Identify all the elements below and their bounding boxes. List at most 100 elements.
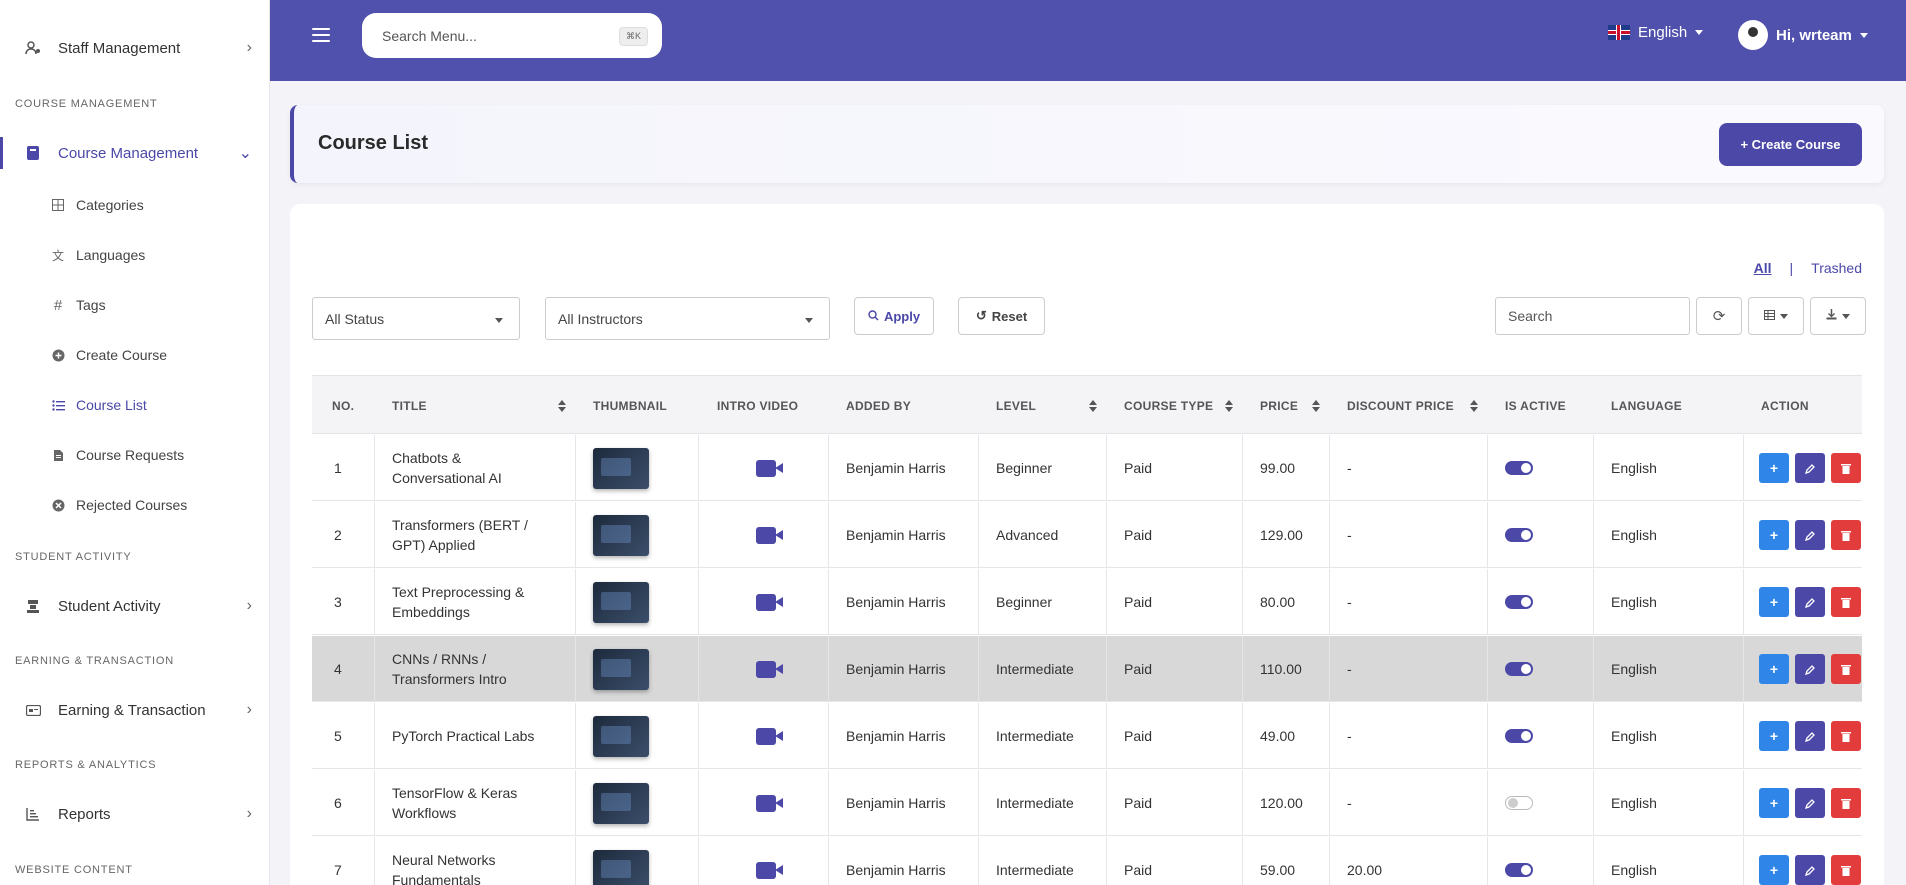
course-thumbnail[interactable] [593,849,649,885]
edit-button[interactable] [1795,721,1825,751]
sort-icon[interactable] [558,400,566,412]
table-row[interactable]: 7 Neural Networks Fundamentals Benjamin Har… [312,837,1862,885]
video-icon[interactable] [756,794,783,812]
apply-button[interactable]: Apply [854,297,934,335]
table-row[interactable]: 6 TensorFlow & Keras Workflows Benjamin Har… [312,770,1862,836]
delete-button[interactable] [1831,788,1861,818]
trash-icon [1841,865,1851,876]
video-icon[interactable] [756,526,783,544]
export-button[interactable] [1810,297,1866,335]
cell-no: 5 [334,728,342,744]
course-thumbnail[interactable] [593,581,649,623]
sidebar-item-tags[interactable]: # Tags [0,287,269,323]
header-discount-price[interactable]: DISCOUNT PRICE [1347,376,1454,435]
delete-button[interactable] [1831,855,1861,885]
table-row[interactable]: 3 Text Preprocessing & Embeddings Benjamin … [312,569,1862,635]
delete-button[interactable] [1831,520,1861,550]
table-row[interactable]: 2 Transformers (BERT / GPT) Applied Benjami… [312,502,1862,568]
active-toggle[interactable] [1505,729,1533,743]
sidebar-item-student-activity[interactable]: Student Activity › [0,584,269,628]
sort-icon[interactable] [1312,400,1320,412]
sidebar-item-staff-management[interactable]: Staff Management › [0,26,269,70]
trash-icon [1841,731,1851,742]
header-price[interactable]: PRICE [1260,376,1298,435]
sort-icon[interactable] [1225,400,1233,412]
add-button[interactable]: + [1759,788,1789,818]
sidebar-item-rejected-courses[interactable]: Rejected Courses [0,487,269,523]
active-toggle[interactable] [1505,796,1533,810]
title-line-1: TensorFlow & Keras [392,785,518,801]
create-course-button[interactable]: + Create Course [1719,123,1862,166]
video-icon[interactable] [756,459,783,477]
cell-course-type: Paid [1124,527,1153,543]
add-button[interactable]: + [1759,654,1789,684]
video-icon[interactable] [756,727,783,745]
column-divider [1593,703,1594,768]
add-button[interactable]: + [1759,587,1789,617]
edit-button[interactable] [1795,587,1825,617]
tab-trashed[interactable]: Trashed [1811,260,1862,276]
chevron-down-icon: ⌄ [238,145,252,162]
active-toggle[interactable] [1505,528,1533,542]
table-row[interactable]: 5 PyTorch Practical Labs Benjamin Harris In… [312,703,1862,769]
table-search-input[interactable]: Search [1495,297,1690,335]
sidebar-item-languages[interactable]: 文 Languages [0,237,269,273]
delete-button[interactable] [1831,654,1861,684]
header-title[interactable]: TITLE [392,376,427,435]
active-toggle[interactable] [1505,662,1533,676]
edit-button[interactable] [1795,788,1825,818]
add-button[interactable]: + [1759,453,1789,483]
instructor-select[interactable]: All Instructors [545,297,830,340]
sidebar-item-course-management[interactable]: Course Management ⌄ [0,131,269,175]
edit-button[interactable] [1795,520,1825,550]
edit-button[interactable] [1795,855,1825,885]
language-dropdown[interactable]: English [1608,24,1704,41]
search-menu-input[interactable]: Search Menu... ⌘K [362,13,662,58]
delete-button[interactable] [1831,587,1861,617]
column-divider [698,569,699,634]
delete-button[interactable] [1831,453,1861,483]
active-toggle[interactable] [1505,461,1533,475]
tab-all[interactable]: All [1754,260,1772,276]
edit-button[interactable] [1795,654,1825,684]
add-button[interactable]: + [1759,721,1789,751]
reset-button[interactable]: ↺ Reset [958,297,1045,335]
columns-button[interactable] [1748,297,1804,335]
sidebar-item-course-list[interactable]: Course List [0,387,269,423]
cell-action: + [1759,837,1867,885]
sidebar-item-earning-transaction[interactable]: Earning & Transaction › [0,688,269,732]
video-icon[interactable] [756,861,783,879]
sort-icon[interactable] [1089,400,1097,412]
course-thumbnail[interactable] [593,648,649,690]
active-toggle[interactable] [1505,863,1533,877]
cell-language: English [1611,594,1657,610]
course-thumbnail[interactable] [593,447,649,489]
user-menu[interactable]: Hi, wrteam [1738,20,1868,50]
video-icon[interactable] [756,593,783,611]
add-button[interactable]: + [1759,855,1789,885]
video-icon[interactable] [756,660,783,678]
refresh-button[interactable]: ⟳ [1696,297,1742,335]
header-level[interactable]: LEVEL [996,376,1036,435]
sort-icon[interactable] [1470,400,1478,412]
header-thumbnail: THUMBNAIL [593,398,668,413]
course-thumbnail[interactable] [593,782,649,824]
column-divider [575,435,576,500]
menu-toggle-icon[interactable] [312,28,330,42]
cell-added-by: Benjamin Harris [846,728,946,744]
course-thumbnail[interactable] [593,514,649,556]
header-course-type[interactable]: COURSE TYPE [1124,376,1213,435]
status-select[interactable]: All Status [312,297,520,340]
sidebar-item-create-course[interactable]: Create Course [0,337,269,373]
delete-button[interactable] [1831,721,1861,751]
column-divider [1242,703,1243,768]
add-button[interactable]: + [1759,520,1789,550]
sidebar-item-course-requests[interactable]: Course Requests [0,437,269,473]
table-row[interactable]: 4 CNNs / RNNs / Transformers Intro Benjamin… [312,636,1862,702]
sidebar-item-reports[interactable]: Reports › [0,792,269,836]
active-toggle[interactable] [1505,595,1533,609]
course-thumbnail[interactable] [593,715,649,757]
edit-button[interactable] [1795,453,1825,483]
sidebar-item-categories[interactable]: Categories [0,187,269,223]
table-row[interactable]: 1 Chatbots & Conversational AI Benjamin Har… [312,435,1862,501]
